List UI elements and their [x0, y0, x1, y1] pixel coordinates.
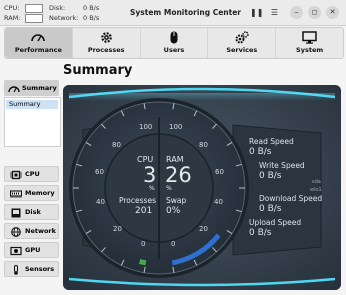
tab-label: Users [163, 46, 185, 54]
sidebar-item-memory[interactable]: Memory [4, 185, 59, 201]
main-tabs: Performance Processes Users Services Sys… [4, 27, 344, 59]
read-speed-value: 0 B/s [249, 147, 272, 157]
tab-label: Performance [14, 46, 62, 54]
gauge-icon [8, 86, 20, 93]
sidebar: Summary Summary CPU Memory Disk Network … [4, 80, 61, 290]
gauge-icon [5, 31, 72, 44]
summary-dashboard: 100 80 60 40 20 0 100 80 60 40 20 0 CPU … [63, 85, 341, 290]
write-speed-value: 0 B/s [259, 171, 282, 181]
sidebar-item-label: Disk [25, 208, 41, 216]
network-device-label: wlo1 [310, 187, 322, 193]
gears-icon [208, 31, 275, 44]
menu-icon[interactable]: ☰ [268, 6, 281, 19]
sidebar-item-label: Sensors [25, 265, 55, 273]
tab-users[interactable]: Users [141, 28, 209, 58]
sidebar-item-summary[interactable]: Summary [4, 80, 59, 96]
network-mini-label: Network: [49, 14, 79, 22]
tab-system[interactable]: System [276, 28, 343, 58]
tab-label: Services [226, 46, 258, 54]
ram-mini-bar [25, 14, 43, 23]
cpu-mini-label: CPU: [4, 4, 20, 12]
maximize-button[interactable]: ◻ [308, 6, 321, 19]
tab-performance[interactable]: Performance [5, 28, 73, 58]
cpu-mini-bar [25, 4, 43, 13]
upload-speed-label: Upload Speed [249, 218, 302, 227]
summary-sublist: Summary [4, 97, 61, 147]
sidebar-item-cpu[interactable]: CPU [4, 166, 59, 182]
disk-mini-value: 0 B/s [83, 4, 100, 12]
sidebar-subitem-summary[interactable]: Summary [6, 100, 58, 109]
tab-services[interactable]: Services [208, 28, 277, 58]
sidebar-item-label: CPU [25, 170, 40, 178]
window-title: System Monitoring Center [130, 8, 242, 17]
minimize-button[interactable]: ‒ [290, 6, 303, 19]
download-speed-label: Download Speed [259, 194, 323, 203]
speed-readouts: Read Speed 0 B/s Write Speed 0 B/s sda w… [63, 85, 341, 290]
network-mini-value: 0 B/s [83, 14, 100, 22]
gpu-icon [10, 246, 22, 256]
gear-icon [73, 31, 140, 44]
page-title: Summary [63, 63, 133, 78]
tab-processes[interactable]: Processes [73, 28, 141, 58]
disk-mini-label: Disk: [49, 4, 66, 12]
pause-icon[interactable]: ❚❚ [250, 6, 263, 19]
mouse-icon [141, 31, 208, 44]
sensors-icon [14, 265, 18, 275]
network-icon [11, 227, 21, 237]
sidebar-item-network[interactable]: Network [4, 223, 59, 239]
sidebar-item-label: Summary [22, 84, 57, 92]
monitor-icon [276, 31, 343, 44]
sidebar-item-sensors[interactable]: Sensors [4, 261, 59, 277]
disk-device-label: sda [312, 179, 321, 185]
sidebar-item-label: GPU [25, 246, 41, 254]
download-speed-value: 0 B/s [259, 204, 282, 214]
sidebar-item-gpu[interactable]: GPU [4, 242, 59, 258]
disk-icon [11, 208, 21, 218]
cpu-icon [10, 170, 22, 180]
tab-label: System [296, 46, 324, 54]
tab-label: Processes [87, 46, 125, 54]
app-window: CPU: RAM: Disk: 0 B/s Network: 0 B/s Sys… [0, 0, 346, 295]
sidebar-item-label: Memory [25, 189, 55, 197]
read-speed-label: Read Speed [249, 137, 294, 146]
ram-mini-label: RAM: [4, 14, 21, 22]
memory-icon [10, 190, 22, 198]
upload-speed-value: 0 B/s [249, 228, 272, 238]
close-button[interactable]: ✕ [326, 6, 339, 19]
title-bar: CPU: RAM: Disk: 0 B/s Network: 0 B/s Sys… [0, 0, 346, 26]
sidebar-item-label: Network [25, 227, 56, 235]
sidebar-item-disk[interactable]: Disk [4, 204, 59, 220]
write-speed-label: Write Speed [259, 161, 305, 170]
